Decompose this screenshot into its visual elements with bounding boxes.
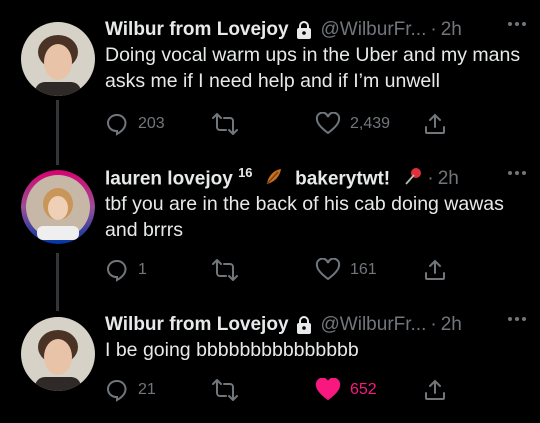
reply-icon (105, 378, 129, 402)
reply-button[interactable]: 203 (105, 112, 165, 136)
tweet-header: Wilbur from Lovejoy @WilburFr... · 2h (105, 311, 462, 339)
avatar[interactable] (21, 317, 95, 391)
retweet-button[interactable] (212, 378, 247, 402)
tweet[interactable]: Wilbur from Lovejoy @WilburFr... · 2h Do… (0, 16, 540, 146)
display-name[interactable]: lauren lovejoy 16 bakerytwt! (105, 165, 423, 192)
like-count: 2,439 (350, 115, 391, 132)
like-count: 652 (350, 381, 377, 398)
like-button[interactable]: 2,439 (315, 112, 390, 136)
like-count: 161 (350, 261, 377, 278)
share-button[interactable] (423, 112, 447, 136)
lock-badge-icon (295, 20, 313, 40)
action-bar: 203 2,439 (105, 112, 525, 138)
share-button[interactable] (423, 258, 447, 282)
tweet-header: Wilbur from Lovejoy @WilburFr... · 2h (105, 16, 462, 44)
like-button[interactable]: 161 (315, 258, 377, 282)
heart-icon (315, 112, 341, 136)
heart-icon (315, 378, 341, 402)
separator: · (430, 314, 437, 335)
tweet-header: lauren lovejoy 16 bakerytwt! · 2h (105, 165, 459, 193)
retweet-button[interactable] (212, 112, 247, 136)
timestamp[interactable]: 2h (441, 19, 462, 41)
avatar[interactable] (21, 22, 95, 96)
display-name[interactable]: Wilbur from Lovejoy (105, 19, 289, 41)
retweet-icon (212, 378, 238, 402)
handle[interactable]: @WilburFr... (321, 19, 427, 41)
separator: · (427, 168, 434, 189)
action-bar: 21 652 (105, 378, 525, 404)
share-icon (423, 378, 447, 402)
retweet-icon (212, 112, 238, 136)
avatar[interactable] (21, 170, 95, 244)
reply-count: 203 (138, 115, 165, 132)
reply-icon (105, 258, 129, 282)
tweet[interactable]: lauren lovejoy 16 bakerytwt! · 2h tbf yo… (0, 165, 540, 295)
tweet[interactable]: Wilbur from Lovejoy @WilburFr... · 2h I … (0, 311, 540, 421)
display-name[interactable]: Wilbur from Lovejoy (105, 314, 289, 336)
more-icon[interactable] (508, 171, 526, 175)
pushpin-emoji (403, 167, 423, 193)
tweet-text: tbf you are in the back of his cab doing… (105, 193, 504, 241)
timestamp[interactable]: 2h (441, 314, 462, 336)
reply-count: 21 (138, 381, 156, 398)
lock-badge-icon (295, 315, 313, 335)
separator: · (430, 19, 437, 40)
heart-icon (315, 258, 341, 282)
autumn-leaves-emoji (264, 167, 284, 193)
reply-button[interactable]: 21 (105, 378, 156, 402)
display-name-text: lauren lovejoy (105, 168, 233, 190)
share-icon (423, 112, 447, 136)
share-icon (423, 258, 447, 282)
reply-button[interactable]: 1 (105, 258, 147, 282)
share-button[interactable] (423, 378, 447, 402)
tweet-text: Doing vocal warm ups in the Uber and my … (105, 44, 521, 92)
action-bar: 1 161 (105, 258, 525, 284)
more-icon[interactable] (508, 317, 526, 321)
tweet-text: I be going bbbbbbbbbbbbbbb (105, 339, 359, 361)
retweet-button[interactable] (212, 258, 247, 282)
reply-count: 1 (138, 261, 147, 278)
more-icon[interactable] (508, 22, 526, 26)
like-button[interactable]: 652 (315, 378, 377, 402)
timestamp[interactable]: 2h (438, 168, 459, 190)
retweet-icon (212, 258, 238, 282)
reply-icon (105, 112, 129, 136)
display-name-superscript: 16 (238, 165, 253, 181)
display-name-text: bakerytwt! (295, 168, 391, 190)
handle[interactable]: @WilburFr... (321, 314, 427, 336)
